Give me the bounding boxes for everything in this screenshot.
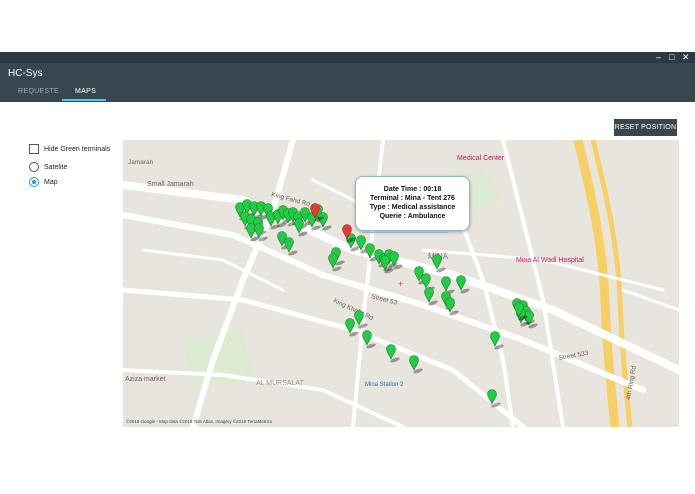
map-option[interactable]: Map <box>29 177 58 187</box>
map-label-mina-station: Mina Station 2 <box>365 382 404 388</box>
map-center-cross-icon: + <box>398 279 403 289</box>
tooltip-pointer <box>362 224 448 233</box>
map-radio[interactable] <box>29 177 39 187</box>
tooltip-terminal: Terminal : Mina - Tent 276 <box>370 195 455 202</box>
tab-maps[interactable]: MAPS <box>75 88 96 95</box>
map-attribution: ©2018 Google - Map data ©2018 Tele Atlas… <box>126 418 273 424</box>
active-tab-indicator <box>62 99 106 101</box>
tooltip-type: Type : Medical assistance <box>369 204 456 211</box>
tooltip-datetime: Date Time : 00:18 <box>383 186 442 193</box>
satelite-label: Satelite <box>44 163 68 171</box>
hide-green-label: Hide Green terminals <box>44 145 111 153</box>
close-icon[interactable]: ✕ <box>682 52 690 63</box>
tooltip-querie: Querie : Ambulance <box>379 213 446 220</box>
hide-green-option[interactable]: Hide Green terminals <box>29 144 110 154</box>
map-label-aziza-market: Aziza market <box>125 376 166 383</box>
map-label-mina-al-wadi: Mina Al Wadi Hospital <box>516 257 584 264</box>
app-title: HC-Sys <box>8 68 43 79</box>
hide-green-checkbox[interactable] <box>29 144 39 154</box>
maximize-icon[interactable]: □ <box>669 52 674 63</box>
satelite-radio[interactable] <box>29 162 39 172</box>
map-label: Map <box>44 178 58 186</box>
satelite-option[interactable]: Satelite <box>29 162 67 172</box>
map-label-small-jamarah: Small Jamarah <box>147 181 194 188</box>
map-label-medical-center: Medical Center <box>457 155 505 162</box>
window-titlebar: – □ ✕ <box>0 52 695 63</box>
tab-requests[interactable]: REQUESTE <box>18 88 59 95</box>
map-label-jamarah: Jamarah <box>128 159 154 166</box>
reset-position-button[interactable]: RESET POSITION <box>614 119 677 136</box>
map-label-al-mursalat: AL MURSALAT <box>256 380 305 387</box>
app-header: HC-Sys REQUESTE MAPS <box>0 63 695 102</box>
marker-info-tooltip[interactable]: Date Time : 00:18 Terminal : Mina - Tent… <box>355 176 470 233</box>
minimize-icon[interactable]: – <box>656 52 661 63</box>
